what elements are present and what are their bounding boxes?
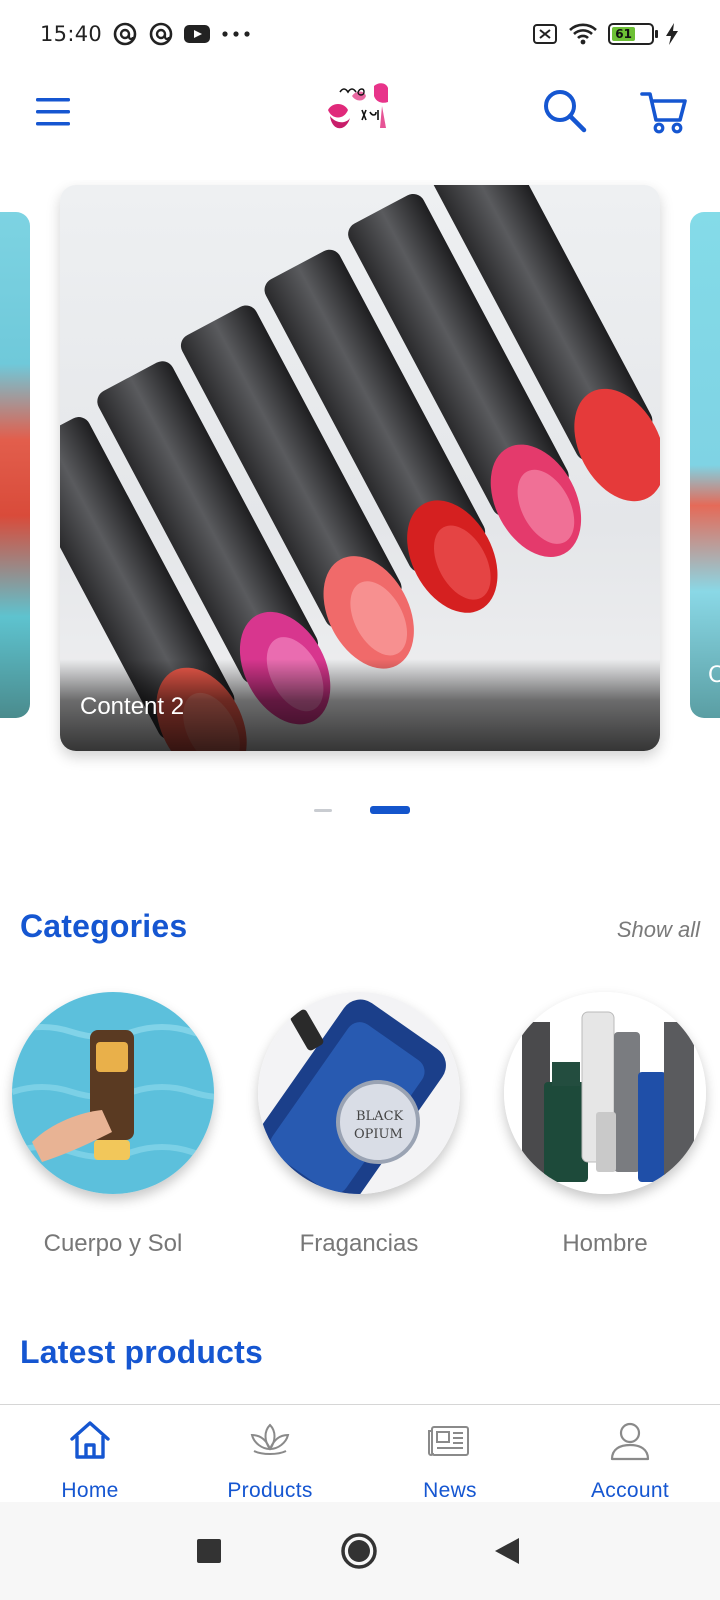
nav-label: Account (591, 1479, 669, 1502)
status-time: 15:40 (40, 22, 103, 46)
status-left: 15:40 (40, 21, 252, 47)
banner-carousel[interactable]: Content 2 C (0, 180, 720, 780)
nav-item-account[interactable]: Account (540, 1405, 720, 1502)
svg-text:OPIUM: OPIUM (354, 1127, 403, 1142)
mary-kay-logo (322, 80, 398, 144)
carousel-indicator (0, 806, 720, 818)
back-triangle-icon[interactable] (484, 1528, 530, 1574)
category-label: Fragancias (299, 1230, 419, 1257)
user-icon (606, 1417, 654, 1465)
category-image: BLACK OPIUM (258, 992, 460, 1194)
newspaper-icon (426, 1417, 474, 1465)
category-image (12, 992, 214, 1194)
carousel-dot-2-active[interactable] (370, 806, 410, 814)
sim-off-icon (532, 21, 558, 47)
nav-item-products[interactable]: Products (180, 1405, 360, 1502)
more-dots-icon (220, 21, 252, 47)
svg-text:BLACK: BLACK (356, 1109, 404, 1124)
cart-icon[interactable] (638, 86, 690, 138)
at-sign-icon (148, 21, 174, 47)
search-icon[interactable] (540, 86, 590, 136)
wifi-icon (568, 21, 598, 47)
recents-square-icon[interactable] (186, 1528, 232, 1574)
youtube-icon (184, 21, 211, 47)
system-navigation-bar (0, 1502, 720, 1600)
category-label: Cuerpo y Sol (43, 1230, 183, 1257)
lotus-icon (246, 1417, 294, 1465)
nav-label: News (423, 1479, 477, 1502)
app-bar (0, 68, 720, 156)
slide-caption: Content 2 (80, 693, 185, 720)
nav-label: Home (61, 1479, 119, 1502)
nav-label: Products (227, 1479, 313, 1502)
nav-item-news[interactable]: News (360, 1405, 540, 1502)
battery-level: 61 (612, 27, 636, 41)
status-right: 61 (532, 21, 680, 47)
slide-caption-overlay: Content 2 (60, 659, 660, 751)
category-item-cuerpo-y-sol[interactable]: Cuerpo y Sol (12, 992, 214, 1258)
at-sign-icon (112, 21, 138, 47)
carousel-slide-previous[interactable] (0, 212, 30, 718)
slide-caption-next: C (708, 663, 720, 688)
category-label: Hombre (562, 1230, 648, 1257)
category-item-fragancias[interactable]: BLACK OPIUM Fragancias (258, 992, 460, 1258)
category-image (504, 992, 706, 1194)
nav-item-home[interactable]: Home (0, 1405, 180, 1502)
categories-heading: Categories (20, 908, 188, 944)
home-icon (66, 1417, 114, 1465)
bottom-navigation: Home Products News Account (0, 1404, 720, 1502)
carousel-slide-next[interactable]: C (690, 212, 720, 718)
carousel-dot-1[interactable] (314, 809, 332, 812)
home-circle-icon[interactable] (336, 1528, 382, 1574)
latest-products-heading: Latest products (20, 1334, 264, 1370)
status-bar: 15:40 61 (0, 0, 720, 68)
category-item-hombre[interactable]: Hombre (504, 992, 706, 1258)
charging-icon (664, 21, 680, 47)
battery-icon: 61 (608, 23, 658, 45)
show-all-link[interactable]: Show all (617, 917, 700, 943)
carousel-slide-current[interactable]: Content 2 (60, 185, 660, 751)
hamburger-menu-icon[interactable] (32, 90, 76, 134)
